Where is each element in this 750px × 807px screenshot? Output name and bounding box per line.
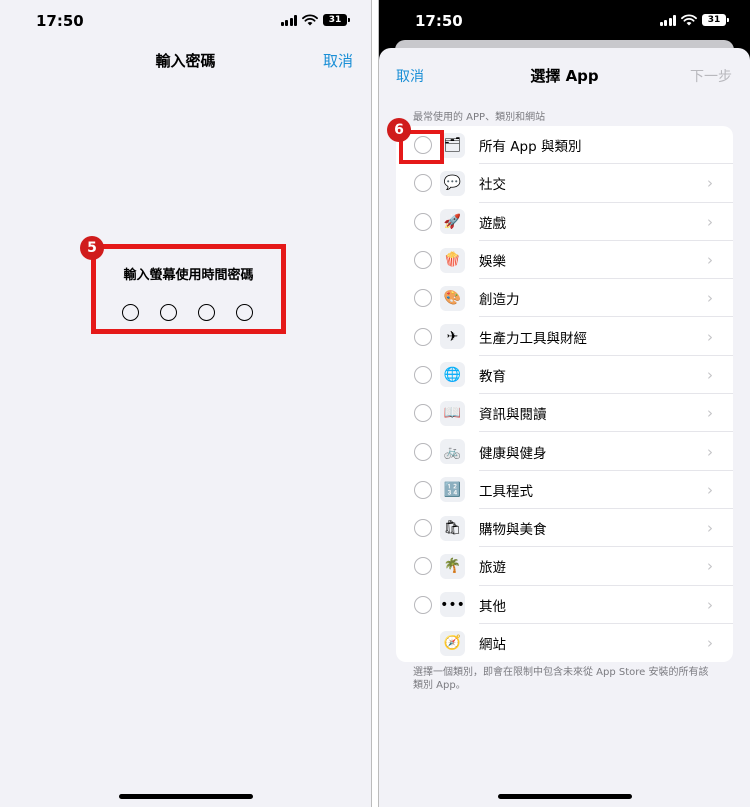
category-row[interactable]: 🗂 所有 App 與類別	[396, 126, 733, 165]
chevron-right-icon: ›	[707, 174, 713, 193]
category-label: 社交	[479, 177, 506, 194]
chevron-right-icon: ›	[707, 557, 713, 576]
status-time: 17:50	[415, 12, 463, 30]
compass-icon: 🧭	[440, 630, 465, 656]
category-row[interactable]: ••• 其他 ›	[396, 586, 733, 624]
wifi-icon	[681, 14, 697, 26]
wifi-icon	[302, 14, 318, 26]
status-bar: 17:50 31	[0, 0, 371, 42]
radio-button[interactable]	[414, 365, 432, 384]
category-label: 娛樂	[479, 254, 506, 271]
chevron-right-icon: ›	[707, 519, 713, 538]
cellular-signal-icon	[659, 14, 676, 26]
category-label: 資訊與閱讀	[479, 407, 547, 424]
category-row[interactable]: 📖 資訊與閱讀 ›	[396, 394, 733, 433]
category-row[interactable]: 🌴 旅遊 ›	[396, 547, 733, 586]
calculator-icon: 🔢	[440, 477, 465, 503]
category-label: 創造力	[479, 292, 520, 309]
passcode-highlight-box: 輸入螢幕使用時間密碼	[91, 244, 286, 334]
passcode-screen: 17:50 31 輸入密碼 取消 輸入螢幕使用時間密碼 5	[0, 0, 372, 807]
home-indicator	[118, 794, 253, 799]
shopping-bag-icon: 🛍	[440, 515, 465, 541]
status-bar: 17:50 31	[379, 0, 750, 42]
choose-app-sheet: 取消 選擇 App 下一步 最常使用的 APP、類別和網站 🗂 所有 App 與類…	[379, 48, 750, 807]
passcode-dot	[198, 304, 215, 321]
passcode-dot	[160, 304, 177, 321]
category-label: 健康與健身	[479, 445, 547, 462]
status-time: 17:50	[36, 12, 84, 30]
radio-button[interactable]	[414, 251, 432, 270]
chevron-right-icon: ›	[707, 442, 713, 461]
step-badge-5: 5	[80, 236, 104, 260]
nav-title: 輸入密碼	[155, 52, 216, 70]
bicycle-icon: 🚲	[440, 439, 465, 465]
radio-button[interactable]	[414, 519, 432, 538]
category-row[interactable]: ✈ 生產力工具與財經 ›	[396, 317, 733, 356]
category-row[interactable]: 🚲 健康與健身 ›	[396, 432, 733, 471]
category-label: 旅遊	[479, 560, 506, 577]
home-indicator	[497, 794, 632, 799]
globe-icon: 🌐	[440, 362, 465, 388]
radio-button[interactable]	[414, 595, 432, 614]
section-header: 最常使用的 APP、類別和網站	[413, 112, 546, 123]
chevron-right-icon: ›	[707, 327, 713, 346]
radio-button[interactable]	[414, 174, 432, 193]
category-row[interactable]: 🧭 網站 ›	[396, 624, 733, 662]
radio-button[interactable]	[414, 289, 432, 308]
category-row[interactable]: 💬 社交 ›	[396, 164, 733, 203]
chevron-right-icon: ›	[707, 251, 713, 270]
next-button[interactable]: 下一步	[690, 66, 732, 86]
category-label: 教育	[479, 368, 506, 385]
passcode-dots[interactable]	[122, 304, 253, 321]
category-row[interactable]: 🚀 遊戲 ›	[396, 203, 733, 241]
category-list: 🗂 所有 App 與類別 💬 社交 › 🚀 遊戲 › 🍿 娛樂 › 🎨 創造力 › ✈ 生產力工具與財經 › 🌐 教…	[396, 126, 733, 663]
radio-button[interactable]	[414, 480, 432, 499]
category-label: 購物與美食	[479, 522, 547, 539]
paper-plane-icon: ✈	[440, 324, 465, 350]
category-label: 生產力工具與財經	[479, 330, 587, 347]
chevron-right-icon: ›	[707, 480, 713, 499]
chevron-right-icon: ›	[707, 404, 713, 423]
chevron-right-icon: ›	[707, 289, 713, 308]
radio-button[interactable]	[414, 557, 432, 576]
radio-button[interactable]	[414, 442, 432, 461]
social-icon: 💬	[440, 170, 465, 196]
category-label: 網站	[479, 637, 506, 653]
category-row[interactable]: 🌐 教育 ›	[396, 356, 733, 395]
footer-note: 選擇一個類別，即會在限制中包含未來從 App Store 安裝的所有該類別 Ap…	[413, 667, 709, 691]
cancel-button[interactable]: 取消	[323, 50, 353, 71]
category-row[interactable]: 🍿 娛樂 ›	[396, 241, 733, 280]
chevron-right-icon: ›	[707, 595, 713, 614]
chevron-right-icon: ›	[707, 634, 713, 652]
chevron-right-icon: ›	[707, 212, 713, 231]
step-badge-6: 6	[387, 118, 411, 142]
radio-button[interactable]	[414, 327, 432, 346]
category-row[interactable]: 🎨 創造力 ›	[396, 279, 733, 318]
chevron-right-icon: ›	[707, 365, 713, 384]
cellular-signal-icon	[280, 14, 297, 26]
palm-tree-icon: 🌴	[440, 553, 465, 579]
passcode-dot	[122, 304, 139, 321]
choose-app-screen: 17:50 31 取消 選擇 App 下一步 最常使用的 APP、類別和網站 🗂…	[378, 0, 750, 807]
passcode-prompt: 輸入螢幕使用時間密碼	[123, 268, 254, 283]
category-label: 其他	[479, 598, 506, 615]
rocket-icon: 🚀	[440, 209, 465, 235]
radio-button[interactable]	[414, 404, 432, 423]
battery-icon: 31	[323, 14, 350, 26]
palette-icon: 🎨	[440, 285, 465, 311]
more-dots-icon: •••	[440, 592, 465, 618]
book-icon: 📖	[440, 400, 465, 426]
category-label: 工具程式	[479, 483, 533, 500]
category-row[interactable]: 🔢 工具程式 ›	[396, 471, 733, 509]
radio-button[interactable]	[414, 212, 432, 231]
battery-icon: 31	[702, 14, 729, 26]
category-row[interactable]: 🛍 購物與美食 ›	[396, 509, 733, 548]
passcode-dot	[236, 304, 253, 321]
popcorn-icon: 🍿	[440, 247, 465, 273]
category-label: 所有 App 與類別	[479, 139, 582, 156]
category-label: 遊戲	[479, 215, 506, 232]
